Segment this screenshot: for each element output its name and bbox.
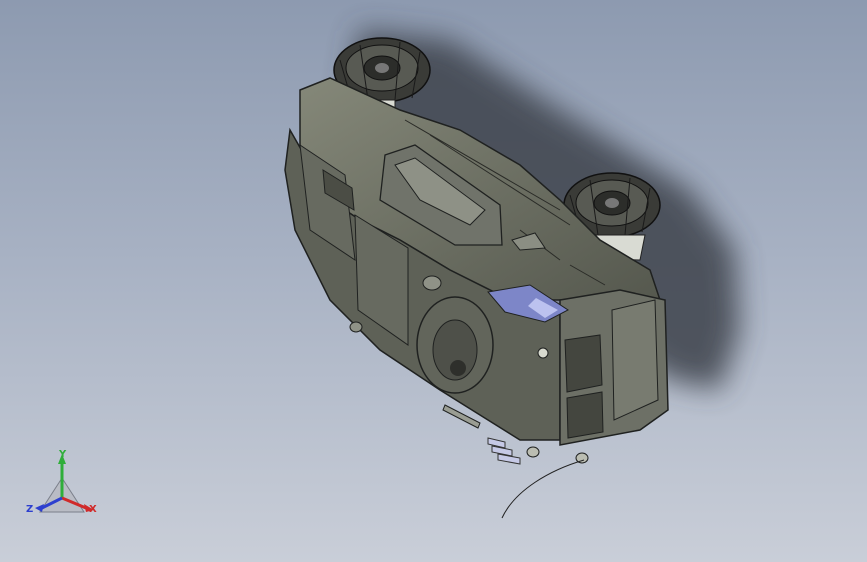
triad-axes xyxy=(35,454,94,513)
view-orientation-triad: Y X Z xyxy=(22,446,112,526)
bottom-light xyxy=(526,446,540,458)
mirror-right xyxy=(349,321,363,333)
front-panel-right xyxy=(611,299,659,421)
antenna-wire xyxy=(501,459,585,519)
triad-z-label: Z xyxy=(26,504,34,515)
graphics-viewport[interactable]: Y X Z xyxy=(0,0,867,562)
front-light xyxy=(537,347,549,359)
triad-y-label: Y xyxy=(59,449,67,460)
armored-vehicle-model[interactable] xyxy=(0,0,867,562)
front-grille-lower xyxy=(566,391,604,439)
spare-wheel xyxy=(416,296,494,394)
underbody-fins xyxy=(487,437,521,465)
mirror-left xyxy=(422,275,442,291)
front-grille-upper xyxy=(564,334,603,393)
triad-x-label: X xyxy=(89,504,97,515)
